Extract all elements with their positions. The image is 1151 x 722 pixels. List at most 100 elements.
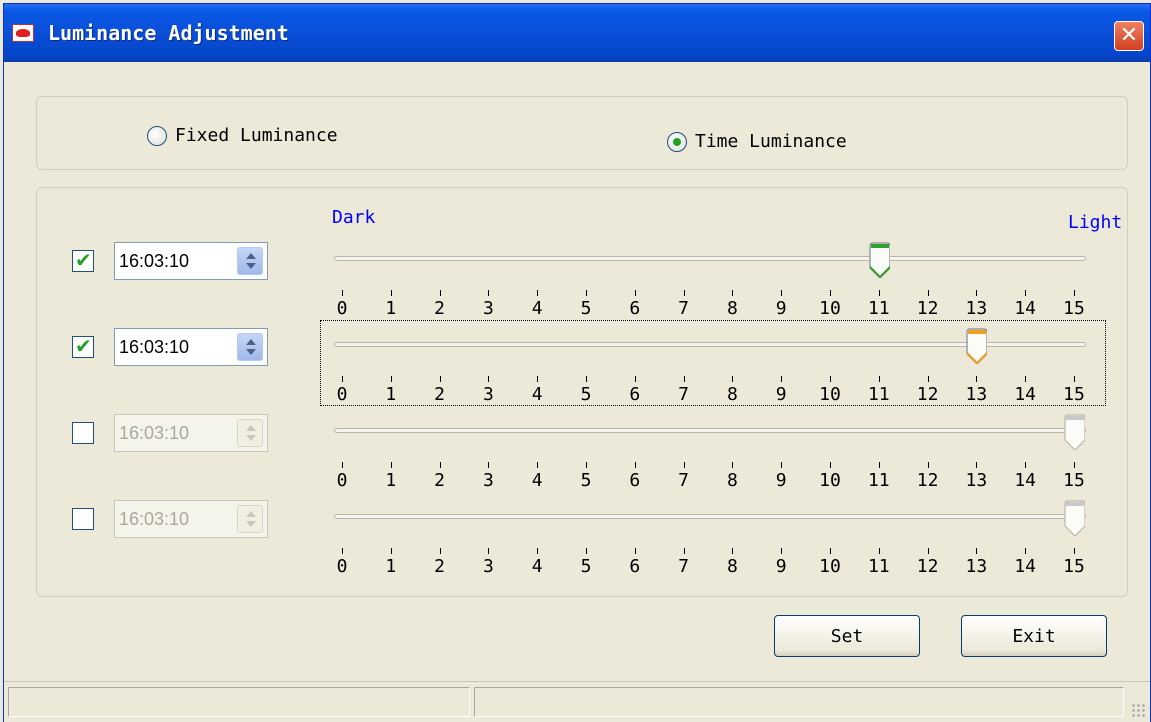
slider-tick-label: 7 [678, 556, 690, 577]
schedule-2-time-spinner[interactable] [237, 333, 263, 361]
schedule-1-time-field[interactable] [114, 242, 268, 280]
slider-tick [1074, 290, 1075, 296]
slider-tick-label: 15 [1063, 470, 1085, 491]
resize-grip[interactable] [1131, 703, 1147, 719]
slider-tick [634, 462, 636, 468]
slider-tick [586, 548, 587, 554]
slider-tick-label: 8 [726, 556, 738, 577]
fixed-luminance-radio[interactable]: Fixed Luminance [147, 125, 338, 146]
fixed-luminance-label: Fixed Luminance [175, 125, 338, 146]
slider-tick [342, 462, 343, 468]
slider-tick [683, 548, 685, 554]
schedule-2-checkbox[interactable] [72, 334, 94, 358]
slider-tick [732, 548, 734, 554]
slider-tick [439, 376, 441, 382]
dark-label: Dark [332, 207, 376, 228]
schedule-3-slider-thumb[interactable] [1063, 414, 1085, 450]
slider-tick-label: 13 [965, 298, 988, 319]
schedule-2-time-field[interactable] [114, 328, 268, 366]
slider-tick-label: 6 [629, 556, 641, 577]
slider-tick [830, 548, 831, 554]
slider-tick-label: 14 [1014, 298, 1037, 319]
schedule-4-checkbox[interactable] [72, 508, 94, 530]
slider-tick-label: 8 [726, 298, 738, 319]
slider-tick-label: 2 [434, 556, 446, 577]
light-label: Light [1068, 212, 1123, 233]
slider-tick-label: 11 [867, 556, 890, 577]
slider-tick-label: 0 [336, 384, 348, 405]
slider-tick-label: 3 [482, 298, 494, 319]
slider-tick [976, 290, 978, 296]
slider-tick-label: 10 [819, 556, 841, 577]
slider-tick-label: 11 [867, 470, 890, 491]
slider-tick-label: 7 [678, 384, 690, 405]
schedule-4-time-field[interactable] [114, 500, 268, 538]
slider-tick [781, 548, 783, 554]
slider-tick-label: 5 [580, 298, 592, 319]
slider-tick [830, 462, 831, 468]
slider-tick-label: 13 [965, 556, 988, 577]
slider-tick-label: 14 [1014, 384, 1037, 405]
slider-tick [732, 376, 734, 382]
fixed-luminance-radio-button[interactable] [147, 125, 167, 146]
slider-tick [488, 376, 490, 382]
time-luminance-label: Time Luminance [695, 131, 847, 152]
slider-tick-label: 13 [965, 384, 988, 405]
slider-tick [537, 548, 539, 554]
slider-tick [830, 290, 831, 296]
slider-tick [781, 462, 783, 468]
schedule-4-time-spinner[interactable] [237, 505, 263, 533]
slider-tick [439, 290, 441, 296]
slider-tick [878, 290, 880, 296]
schedule-4-slider-thumb[interactable] [1063, 500, 1085, 536]
slider-tick-label: 3 [482, 384, 494, 405]
schedule-3-time-field[interactable] [114, 414, 268, 452]
time-luminance-radio-button[interactable] [667, 131, 687, 152]
slider-tick-label: 15 [1063, 298, 1085, 319]
schedule-2-slider-thumb[interactable] [965, 328, 988, 364]
schedule-1-slider-thumb[interactable] [868, 242, 890, 278]
exit-button[interactable]: Exit [961, 615, 1107, 657]
slider-tick-label: 15 [1063, 556, 1085, 577]
schedule-3-time-input[interactable] [119, 419, 227, 447]
slider-tick [927, 290, 929, 296]
slider-tick [439, 548, 441, 554]
time-luminance-radio[interactable]: Time Luminance [667, 131, 847, 152]
slider-tick [634, 290, 636, 296]
schedule-4-luminance-slider[interactable] [334, 514, 1086, 519]
schedule-2-time-input[interactable] [119, 333, 227, 361]
mode-group: Fixed Luminance Time Luminance [36, 96, 1128, 170]
schedule-3-luminance-slider[interactable] [334, 428, 1086, 433]
title-bar[interactable]: Luminance Adjustment ✕ [4, 4, 1150, 62]
slider-tick-label: 9 [775, 384, 787, 405]
slider-tick [683, 290, 685, 296]
schedule-3-time-spinner[interactable] [237, 419, 263, 447]
slider-tick [390, 462, 392, 468]
schedule-1-time-input[interactable] [119, 247, 227, 275]
slider-tick-label: 2 [434, 298, 446, 319]
slider-tick [586, 290, 587, 296]
schedule-1-checkbox[interactable] [72, 248, 94, 272]
slider-tick-label: 1 [385, 556, 397, 577]
set-button[interactable]: Set [774, 615, 920, 657]
slider-tick-label: 1 [385, 470, 397, 491]
status-bar [4, 681, 1150, 722]
slider-tick [439, 462, 441, 468]
slider-tick-label: 3 [482, 556, 494, 577]
close-button[interactable]: ✕ [1114, 21, 1144, 51]
schedule-4-time-input[interactable] [119, 505, 227, 533]
slider-tick [927, 462, 929, 468]
slider-tick [342, 548, 343, 554]
status-pane-1 [8, 687, 470, 717]
schedule-1-time-spinner[interactable] [237, 247, 263, 275]
slider-tick-label: 2 [434, 470, 446, 491]
slider-tick [878, 548, 880, 554]
slider-tick [1025, 290, 1027, 296]
close-icon: ✕ [1119, 23, 1139, 48]
slider-tick [342, 290, 343, 296]
slider-tick [537, 376, 539, 382]
slider-tick-label: 11 [867, 298, 890, 319]
slider-tick-label: 10 [819, 470, 841, 491]
schedule-1-luminance-slider[interactable] [334, 256, 1086, 261]
schedule-3-checkbox[interactable] [72, 422, 94, 444]
